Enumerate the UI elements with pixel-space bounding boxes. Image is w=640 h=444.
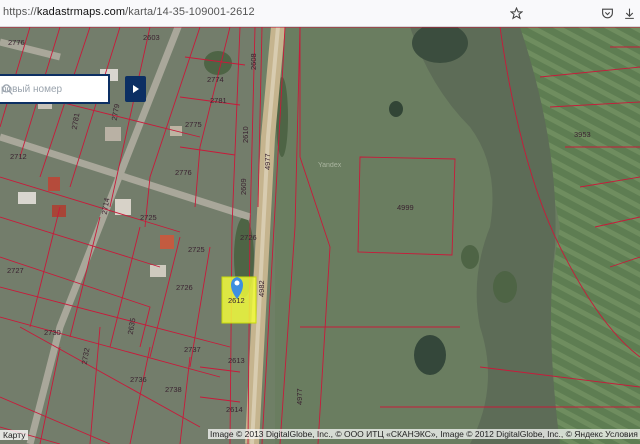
parcel-label: 2774 — [207, 75, 224, 84]
address-bar[interactable]: https://kadastrmaps.com/karta/14-35-1090… — [3, 6, 255, 18]
url-prefix: https:// — [3, 6, 37, 18]
parcel-label: 2603 — [143, 33, 160, 42]
parcel-label: 2726 — [240, 233, 257, 242]
parcel-label: 2737 — [184, 345, 201, 354]
cadastral-map[interactable]: 2776 2774 2603 2608 2781 2775 2779 2712 … — [0, 27, 640, 444]
parcel-label: 2730 — [44, 328, 61, 337]
pond-small — [389, 101, 403, 117]
parcel-label: 2776 — [175, 168, 192, 177]
parcel-label: 4999 — [397, 203, 414, 212]
parcel-label: 2725 — [140, 213, 157, 222]
parcel-label: 2725 — [188, 245, 205, 254]
pocket-icon[interactable] — [599, 5, 615, 21]
map-attribution: Image © 2013 DigitalGlobe, Inc., © ООО И… — [208, 429, 640, 439]
parcel-label: 2781 — [210, 96, 227, 105]
parcel-label: 2712 — [10, 152, 27, 161]
parcel-label: 2776 — [8, 38, 25, 47]
parcel-label: 2738 — [165, 385, 182, 394]
map-type-button[interactable]: Карту — [0, 430, 29, 440]
download-icon[interactable] — [621, 5, 637, 21]
cadastral-search-input[interactable]: ровый номер — [0, 74, 110, 104]
map-watermark: Yandex — [318, 162, 342, 169]
parcel-label: 2727 — [7, 266, 24, 275]
parcel-label: 2726 — [176, 283, 193, 292]
url-host: kadastrmaps.com — [36, 6, 126, 18]
pond-south — [414, 335, 446, 375]
parcel-label: 2736 — [130, 375, 147, 384]
bookmark-star-icon[interactable] — [508, 5, 524, 21]
parcel-label: 2608 — [249, 53, 258, 70]
search-go-button[interactable] — [125, 76, 146, 102]
browser-toolbar: https://kadastrmaps.com/karta/14-35-1090… — [0, 0, 640, 27]
parcel-label: 2614 — [226, 405, 243, 414]
parcel-label: 2610 — [241, 126, 250, 143]
parcel-label: 4977 — [263, 153, 272, 170]
parcel-label: 3953 — [574, 130, 591, 139]
parcel-label: 2775 — [185, 120, 202, 129]
url-path: /karta/14-35-109001-2612 — [125, 6, 255, 18]
parcel-label: 2609 — [239, 178, 248, 195]
parcel-label: 2613 — [228, 356, 245, 365]
parcel-label: 4977 — [295, 388, 304, 405]
parcel-label: 4982 — [257, 280, 266, 297]
